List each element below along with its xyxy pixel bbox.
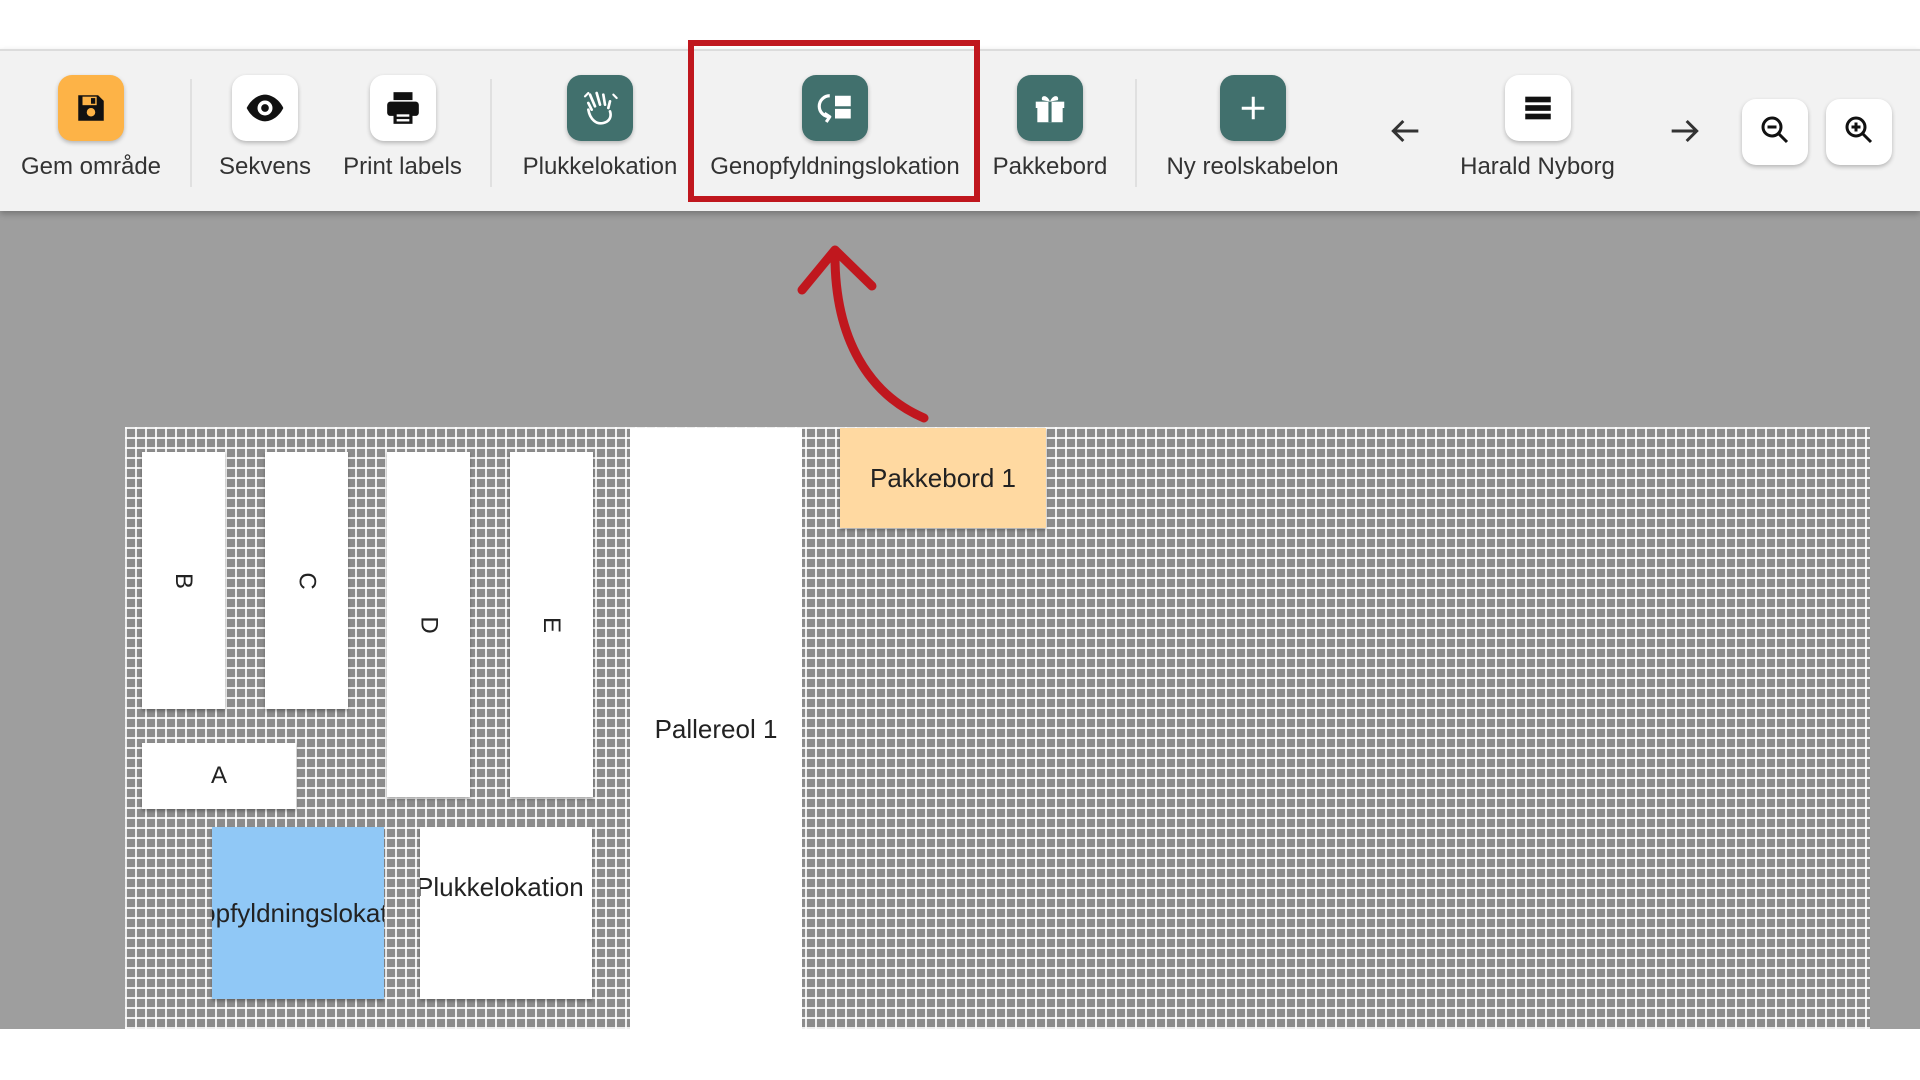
shelf-d[interactable]: D	[387, 452, 470, 797]
pick-location-label: Plukkelokation	[522, 153, 678, 180]
pick-location-1-label: Plukkelokation 1	[420, 872, 592, 902]
divider	[1135, 79, 1137, 187]
eye-icon	[232, 75, 298, 141]
shelf-a-label: A	[210, 762, 227, 789]
refill-location-1-label: Genopfyldningslokation 1	[212, 897, 384, 928]
zoom-in-icon	[1841, 112, 1877, 153]
hand-icon	[567, 75, 633, 141]
shelf-b-label: B	[170, 572, 198, 589]
new-shelf-template-label: Ny reolskabelon	[1166, 153, 1339, 180]
packing-table-button[interactable]: Pakkebord	[985, 75, 1115, 181]
save-area-button[interactable]: Gem område	[0, 75, 182, 181]
zoom-in-button[interactable]	[1826, 99, 1892, 165]
packing-table-1[interactable]: Pakkebord 1	[840, 428, 1046, 528]
packing-table-1-label: Pakkebord 1	[870, 462, 1016, 493]
new-shelf-template-button[interactable]: Ny reolskabelon	[1150, 75, 1355, 181]
shelf-d-label: D	[415, 615, 443, 634]
floorplan-canvas[interactable]: B C D E A Genopfyldningslokation 1 Plukk…	[0, 209, 1920, 1030]
shelf-c[interactable]: C	[265, 452, 348, 709]
shelf-a[interactable]: A	[142, 743, 296, 809]
save-area-label: Gem område	[20, 153, 162, 180]
list-icon	[1504, 75, 1571, 141]
sequence-button[interactable]: Sekvens	[205, 75, 325, 181]
floppy-disk-icon	[58, 75, 124, 141]
pick-location-button[interactable]: Plukkelokation	[515, 75, 685, 181]
callout-arrow-icon	[797, 245, 929, 423]
gift-icon	[1017, 75, 1083, 141]
plus-icon	[1219, 75, 1286, 141]
print-labels-label: Print labels	[343, 153, 462, 180]
refill-location-1[interactable]: Genopfyldningslokation 1	[212, 827, 384, 999]
sequence-label: Sekvens	[218, 153, 312, 180]
shelf-b[interactable]: B	[142, 452, 225, 709]
packing-table-label: Pakkebord	[992, 153, 1108, 180]
location-selector[interactable]: Harald Nyborg	[1450, 75, 1625, 181]
highlight-box	[688, 40, 980, 202]
print-labels-button[interactable]: Print labels	[335, 75, 470, 181]
shelf-e[interactable]: E	[510, 452, 593, 797]
shelf-c-label: C	[293, 571, 321, 590]
pallet-rack-1[interactable]: Pallereol 1	[630, 428, 802, 1030]
shelf-e-label: E	[538, 616, 566, 633]
divider	[190, 79, 192, 187]
divider	[490, 79, 492, 187]
location-label: Harald Nyborg	[1460, 153, 1615, 180]
pallet-rack-1-label: Pallereol 1	[654, 713, 778, 744]
zoom-out-button[interactable]	[1742, 99, 1808, 165]
pick-location-1[interactable]: Plukkelokation 1	[420, 827, 592, 999]
arrow-left-icon[interactable]	[1385, 111, 1425, 151]
zoom-out-icon	[1757, 112, 1793, 153]
printer-icon	[369, 75, 436, 141]
arrow-right-icon[interactable]	[1665, 111, 1705, 151]
